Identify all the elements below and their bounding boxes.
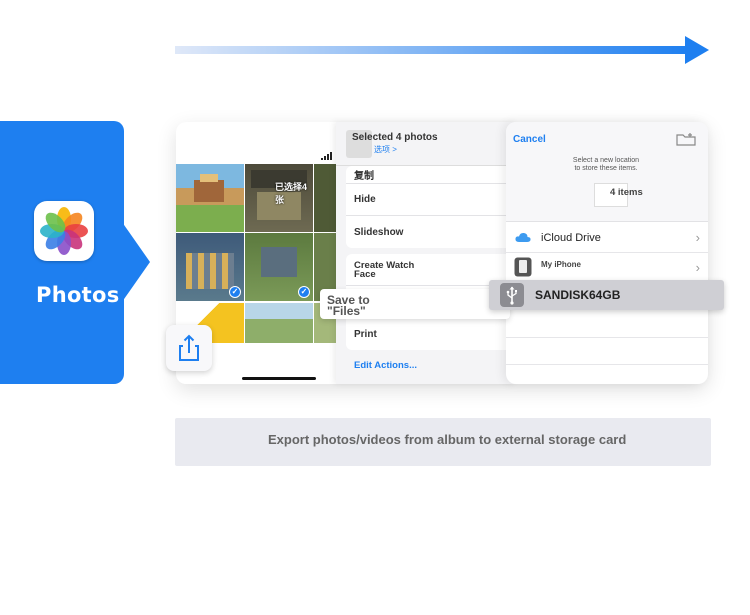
usb-icon bbox=[506, 286, 517, 305]
caption-banner: Export photos/videos from album to exter… bbox=[175, 418, 711, 466]
save-location-header: Cancel Select a new location to store th… bbox=[506, 122, 708, 222]
iphone-icon bbox=[514, 257, 532, 277]
location-empty-row bbox=[506, 311, 708, 338]
action-group: 复制 Hide Slideshow bbox=[346, 166, 516, 248]
save-to-files-label: Save to "Files" bbox=[327, 293, 370, 318]
location-empty-row bbox=[506, 338, 708, 365]
photo-thumbnail[interactable] bbox=[245, 303, 313, 343]
photos-flower-icon bbox=[40, 207, 88, 255]
action-hide[interactable]: Hide bbox=[346, 184, 516, 216]
icloud-icon bbox=[515, 232, 531, 242]
share-sheet: Selected 4 photos 选项 > 复制 Hide Slideshow… bbox=[336, 122, 516, 384]
tutorial-graphic: Photos 已选择4张 ✓ ✓ Selected 4 photos 选项 > … bbox=[0, 0, 750, 615]
share-sheet-title: Selected 4 photos bbox=[352, 132, 438, 143]
signal-icon bbox=[321, 152, 332, 160]
selected-check-icon: ✓ bbox=[229, 286, 241, 298]
items-count: 4 items bbox=[610, 187, 643, 198]
photo-thumbnail[interactable] bbox=[314, 164, 336, 232]
sandisk-label: SANDISK64GB bbox=[535, 288, 621, 302]
chevron-right-icon: › bbox=[695, 260, 700, 275]
action-copy[interactable]: 复制 bbox=[346, 166, 516, 184]
location-prompt: Select a new location to store these ite… bbox=[572, 157, 640, 172]
location-my-iphone[interactable]: My iPhone › bbox=[506, 253, 708, 283]
share-sheet-header: Selected 4 photos 选项 > bbox=[336, 122, 516, 166]
share-icon bbox=[179, 334, 199, 361]
action-slideshow[interactable]: Slideshow bbox=[346, 216, 516, 248]
new-folder-icon[interactable] bbox=[676, 132, 696, 146]
location-icloud-drive[interactable]: iCloud Drive › bbox=[506, 223, 708, 253]
action-print[interactable]: Print bbox=[346, 318, 516, 350]
flow-arrow bbox=[175, 36, 709, 64]
selected-check-icon: ✓ bbox=[298, 286, 310, 298]
home-indicator bbox=[242, 377, 316, 380]
photo-thumbnail[interactable] bbox=[176, 164, 244, 232]
panel-pointer bbox=[122, 222, 150, 302]
caption-text: Export photos/videos from album to exter… bbox=[268, 432, 627, 447]
location-sandisk[interactable]: SANDISK64GB bbox=[489, 280, 724, 310]
ios-screenshot: 已选择4张 ✓ ✓ Selected 4 photos 选项 > 复制 Hide… bbox=[176, 122, 708, 384]
cancel-button[interactable]: Cancel bbox=[513, 134, 546, 145]
share-button[interactable] bbox=[166, 325, 212, 371]
chevron-right-icon: › bbox=[695, 230, 700, 245]
options-link[interactable]: 选项 > bbox=[374, 144, 397, 155]
usb-drive-tile bbox=[500, 283, 524, 307]
thumbnail-caption: 已选择4张 bbox=[275, 182, 308, 205]
save-location-panel: Cancel Select a new location to store th… bbox=[506, 122, 708, 384]
edit-actions-link[interactable]: Edit Actions... bbox=[354, 360, 417, 371]
app-name: Photos bbox=[36, 283, 120, 307]
save-to-files-callout[interactable]: Save to "Files" bbox=[320, 289, 510, 319]
photo-thumbnail[interactable]: 已选择4张 bbox=[245, 164, 313, 232]
photos-app-icon[interactable] bbox=[34, 201, 94, 261]
